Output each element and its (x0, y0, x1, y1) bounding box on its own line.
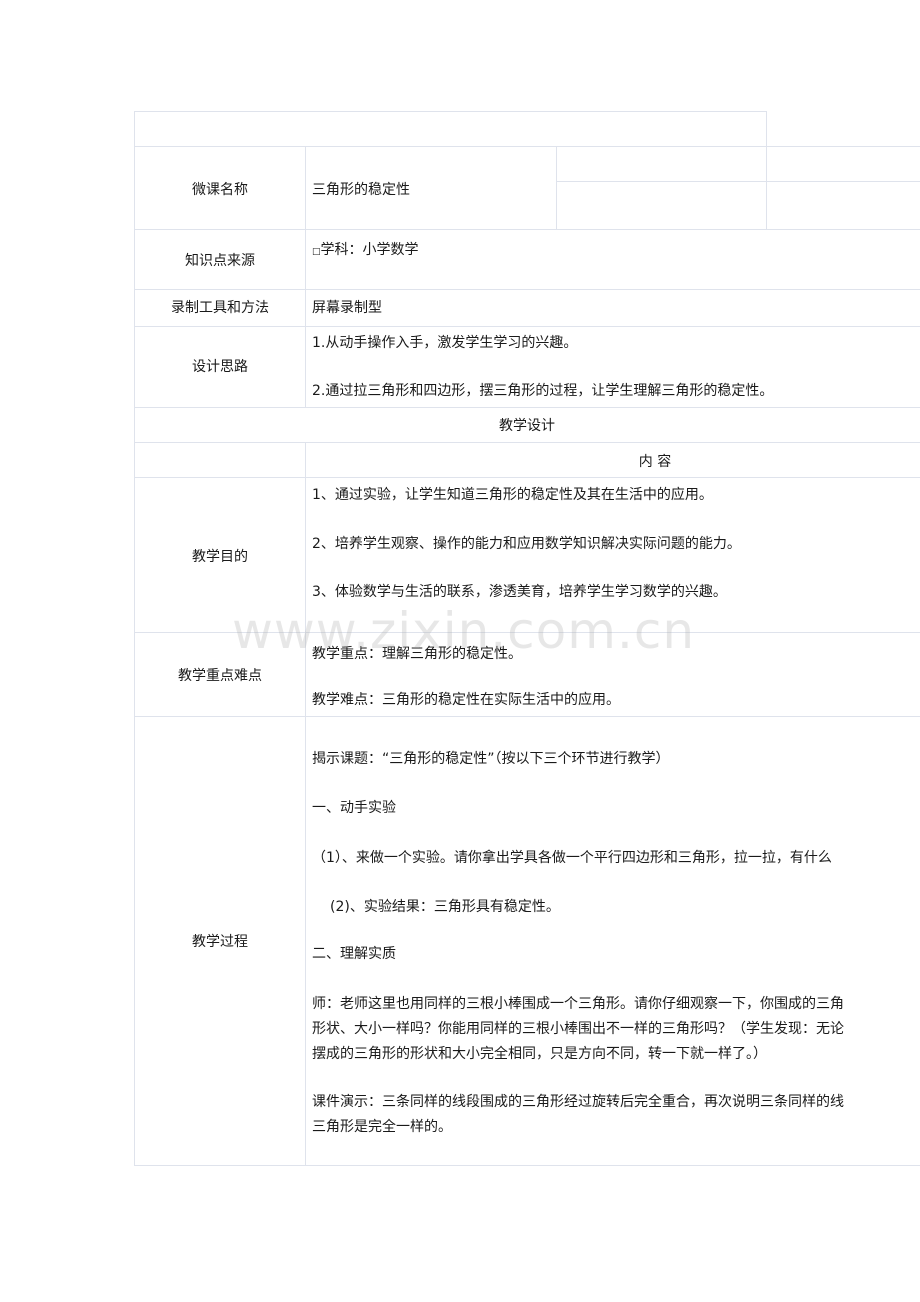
table-border (134, 716, 920, 717)
table-border (134, 326, 920, 327)
teaching-goals-label: 教学目的 (192, 549, 248, 565)
knowledge-source-label: 知识点来源 (185, 253, 255, 269)
recording-tools-value: 屏幕录制型 (312, 300, 382, 316)
design-idea-item: 2.通过拉三角形和四边形，摆三角形的过程，让学生理解三角形的稳定性。 (312, 383, 774, 399)
design-idea-label: 设计思路 (192, 359, 248, 375)
table-border (134, 146, 920, 147)
teaching-goal-item: 2、培养学生观察、操作的能力和应用数学知识解决实际问题的能力。 (312, 536, 741, 552)
table-border (134, 1165, 920, 1166)
teaching-design-title: 教学设计 (499, 418, 555, 434)
table-border (134, 442, 920, 443)
process-line: 课件演示：三条同样的线段围成的三角形经过旋转后完全重合，再次说明三条同样的线 (312, 1094, 844, 1110)
table-border (134, 229, 920, 230)
process-line: 三角形是完全一样的。 (312, 1119, 452, 1135)
table-border (556, 181, 920, 182)
table-border (134, 477, 920, 478)
lesson-plan-page: 微课名称 三角形的稳定性 知识点来源 □学科：小学数学 录制工具和方法 屏幕录制… (0, 0, 920, 1302)
process-line: 摆成的三角形的形状和大小完全相同，只是方向不同，转一下就一样了。） (312, 1046, 767, 1062)
course-name-value: 三角形的稳定性 (312, 182, 410, 198)
teaching-process-label: 教学过程 (192, 934, 248, 950)
teaching-goal-item: 3、体验数学与生活的联系，渗透美育，培养学生学习数学的兴趣。 (312, 584, 727, 600)
table-border (556, 146, 557, 230)
table-border (305, 442, 306, 1166)
process-line: 师：老师这里也用同样的三根小棒围成一个三角形。请你仔细观察一下，你围成的三角 (312, 996, 844, 1012)
table-border (134, 289, 920, 290)
content-header: 内 容 (638, 454, 672, 470)
process-line: 二、理解实质 (312, 946, 396, 962)
process-line: 形状、大小一样吗？你能用同样的三根小棒围出不一样的三角形吗？（学生发现：无论 (312, 1021, 844, 1037)
table-border (134, 407, 920, 408)
table-border (766, 111, 767, 230)
process-line: 一、动手实验 (312, 800, 396, 816)
knowledge-source-value: □学科：小学数学 (312, 240, 419, 262)
table-border (305, 146, 306, 408)
key-difficulty-label: 教学重点难点 (178, 668, 262, 684)
subject-text: 学科：小学数学 (320, 242, 419, 258)
table-border (134, 111, 767, 112)
design-idea-item: 1.从动手操作入手，激发学生学习的兴趣。 (312, 335, 578, 351)
difficulty-item: 教学难点：三角形的稳定性在实际生活中的应用。 (312, 692, 620, 708)
recording-tools-label: 录制工具和方法 (171, 300, 269, 316)
course-name-label: 微课名称 (192, 182, 248, 198)
process-line: (2)、实验结果：三角形具有稳定性。 (330, 899, 560, 915)
process-line: （1）、来做一个实验。请你拿出学具各做一个平行四边形和三角形，拉一拉，有什么 (312, 850, 832, 866)
teaching-goal-item: 1、通过实验，让学生知道三角形的稳定性及其在生活中的应用。 (312, 487, 713, 503)
watermark: www.zixin.com.cn (232, 602, 696, 660)
checkbox-icon: □ (312, 247, 321, 257)
process-line: 揭示课题：“三角形的稳定性”（按以下三个环节进行教学） (312, 751, 670, 767)
